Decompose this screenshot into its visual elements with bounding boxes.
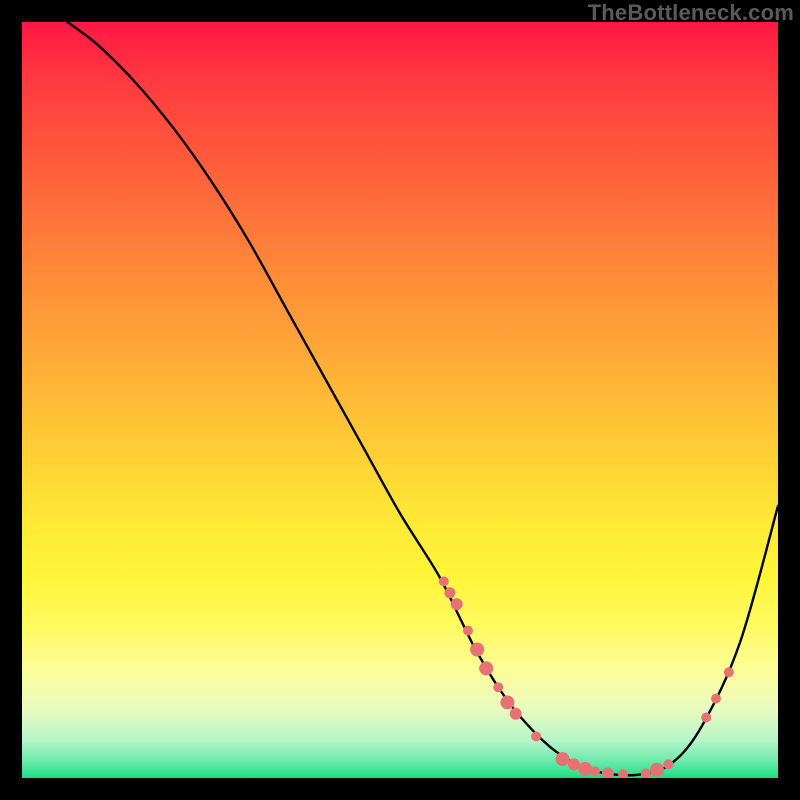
watermark-text: TheBottleneck.com xyxy=(588,0,794,26)
chart-frame xyxy=(22,22,778,778)
chart-background-gradient xyxy=(22,22,778,778)
